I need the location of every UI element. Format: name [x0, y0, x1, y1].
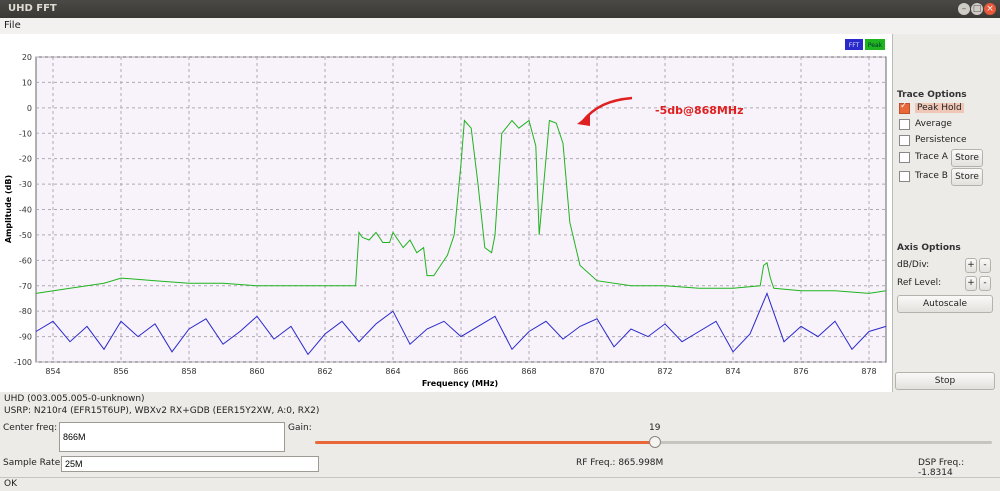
sample-rate-label: Sample Rate: — [3, 458, 64, 468]
trace-b-checkbox[interactable]: Trace B — [899, 169, 948, 183]
y-tick-label: -60 — [19, 256, 32, 265]
y-tick-label: 20 — [22, 53, 32, 62]
center-freq-input[interactable] — [59, 422, 285, 452]
gain-label: Gain: — [288, 423, 312, 433]
db-div-plus-button[interactable]: + — [965, 258, 977, 273]
y-tick-label: -50 — [19, 231, 32, 240]
close-icon[interactable]: × — [984, 3, 996, 15]
ref-level-plus-button[interactable]: + — [965, 276, 977, 291]
window-title: UHD FFT — [8, 3, 57, 14]
y-tick-label: -20 — [19, 155, 32, 164]
store-b-button[interactable]: Store — [951, 168, 983, 186]
peak-hold-label: Peak Hold — [915, 103, 964, 113]
average-checkbox[interactable]: Average — [899, 117, 952, 131]
gain-slider-fill — [315, 441, 655, 444]
x-tick-label: 868 — [521, 367, 536, 376]
status-text: OK — [4, 479, 17, 489]
checkbox-icon — [899, 151, 910, 163]
checkbox-icon — [899, 118, 910, 130]
ref-level-minus-button[interactable]: - — [979, 276, 991, 291]
db-div-minus-button[interactable]: - — [979, 258, 991, 273]
center-freq-label: Center freq: — [3, 423, 58, 433]
sample-rate-input[interactable] — [61, 456, 319, 472]
legend: FFT Peak — [845, 39, 885, 50]
legend-fft-label: FFT — [849, 42, 860, 49]
x-tick-label: 858 — [181, 367, 196, 376]
y-tick-label: -80 — [19, 307, 32, 316]
y-tick-label: 0 — [27, 104, 32, 113]
annotation-text: -5db@868MHz — [655, 104, 743, 117]
options-panel: Trace Options Peak Hold Average Persiste… — [893, 34, 1000, 392]
menu-bar: File — [0, 18, 1000, 34]
x-axis-label: Frequency (MHz) — [422, 379, 498, 388]
persistence-checkbox[interactable]: Persistence — [899, 133, 966, 147]
usrp-info-text: USRP: N210r4 (EFR15T6UP), WBXv2 RX+GDB (… — [4, 406, 320, 416]
x-tick-label: 866 — [453, 367, 468, 376]
db-div-label: dB/Div: — [897, 260, 930, 270]
x-tick-label: 870 — [589, 367, 604, 376]
peak-hold-checkbox[interactable]: Peak Hold — [899, 101, 964, 115]
y-tick-label: -90 — [19, 333, 32, 342]
x-tick-label: 856 — [113, 367, 128, 376]
y-tick-label: -10 — [19, 129, 32, 138]
trace-b-label: Trace B — [915, 171, 948, 181]
fft-plot-area: 854 856 858 860 862 864 866 868 870 872 874 876 878 2… — [0, 34, 893, 392]
trace-options-title: Trace Options — [897, 90, 967, 100]
status-bar: OK — [0, 477, 1000, 491]
uhd-version-text: UHD (003.005.005-0-unknown) — [4, 394, 145, 404]
x-tick-label: 864 — [385, 367, 400, 376]
store-a-button[interactable]: Store — [951, 149, 983, 167]
average-label: Average — [915, 119, 952, 129]
x-tick-label: 874 — [725, 367, 740, 376]
checkbox-checked-icon — [899, 101, 910, 114]
persistence-label: Persistence — [915, 135, 967, 145]
window-titlebar: UHD FFT – □ × — [0, 0, 1000, 18]
y-tick-label: 10 — [22, 78, 32, 87]
fft-plot: 854 856 858 860 862 864 866 868 870 872 874 876 878 2… — [4, 39, 887, 388]
maximize-icon[interactable]: □ — [971, 3, 983, 15]
axis-options-title: Axis Options — [897, 243, 961, 253]
x-tick-label: 878 — [861, 367, 876, 376]
minimize-icon[interactable]: – — [958, 3, 970, 15]
menu-file[interactable]: File — [4, 20, 21, 31]
trace-a-label: Trace A — [915, 152, 948, 162]
ref-level-label: Ref Level: — [897, 278, 942, 288]
gain-value: 19 — [649, 423, 661, 433]
legend-peak-label: Peak — [868, 42, 883, 49]
gain-slider-track — [655, 441, 992, 444]
y-tick-label: -30 — [19, 180, 32, 189]
checkbox-icon — [899, 134, 910, 146]
dsp-freq-readout: DSP Freq.: -1.8314 — [918, 458, 965, 478]
rf-freq-readout: RF Freq.: 865.998M — [576, 458, 664, 468]
x-tick-label: 876 — [793, 367, 808, 376]
x-tick-label: 854 — [45, 367, 60, 376]
stop-button[interactable]: Stop — [895, 372, 995, 390]
gain-slider-handle[interactable] — [649, 436, 661, 448]
x-tick-label: 862 — [317, 367, 332, 376]
checkbox-icon — [899, 170, 910, 182]
trace-a-checkbox[interactable]: Trace A — [899, 150, 948, 164]
y-axis-label: Amplitude (dB) — [4, 175, 13, 243]
y-tick-label: -100 — [14, 358, 32, 367]
x-tick-label: 860 — [249, 367, 264, 376]
y-tick-label: -70 — [19, 282, 32, 291]
autoscale-button[interactable]: Autoscale — [897, 295, 993, 313]
x-tick-label: 872 — [657, 367, 672, 376]
y-tick-label: -40 — [19, 206, 32, 215]
